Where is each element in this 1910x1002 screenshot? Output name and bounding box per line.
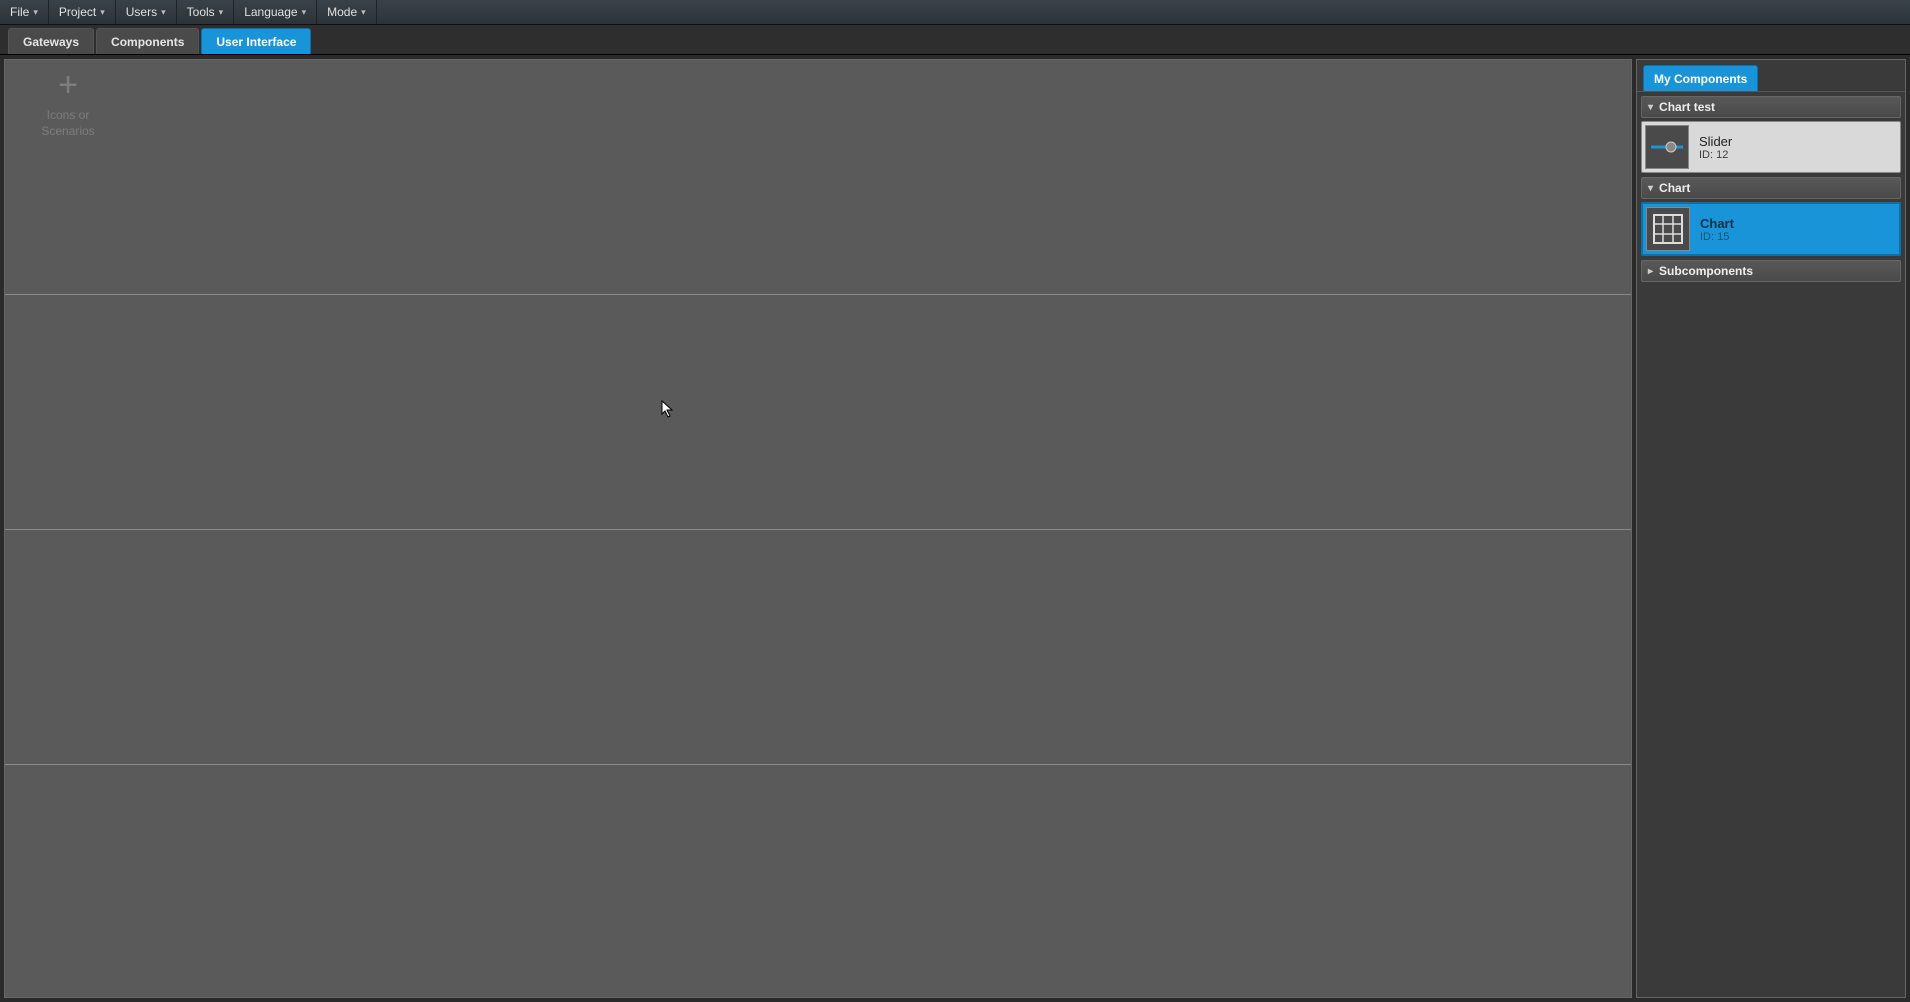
component-id: ID: 15	[1700, 231, 1734, 243]
menu-file[interactable]: File ▾	[0, 0, 49, 24]
chevron-down-icon: ▾	[161, 7, 166, 18]
component-slider[interactable]: Slider ID: 12	[1641, 121, 1901, 173]
menu-users-label: Users	[126, 5, 157, 19]
menu-mode[interactable]: Mode ▾	[317, 0, 377, 24]
group-header-subcomponents[interactable]: ▸ Subcomponents	[1641, 260, 1901, 282]
tab-my-components-label: My Components	[1654, 72, 1747, 86]
component-name: Slider	[1699, 134, 1732, 149]
sidebar-body: ▾ Chart test Slider ID: 12 ▾ Chart	[1637, 92, 1905, 997]
chevron-down-icon: ▾	[100, 7, 105, 18]
component-chart[interactable]: Chart ID: 15	[1641, 202, 1901, 256]
add-cell-line2: Scenarios	[41, 124, 94, 140]
menu-language[interactable]: Language ▾	[234, 0, 317, 24]
group-header-chart-test[interactable]: ▾ Chart test	[1641, 96, 1901, 118]
chevron-down-icon: ▾	[1648, 102, 1653, 113]
chevron-down-icon: ▾	[302, 7, 307, 18]
chart-icon	[1646, 207, 1690, 251]
tab-gateways[interactable]: Gateways	[8, 28, 94, 54]
canvas-row: + Icons or Scenarios	[5, 60, 1631, 295]
menu-language-label: Language	[244, 5, 297, 19]
sidebar-tabstrip: My Components	[1637, 60, 1905, 92]
main-tabbar: Gateways Components User Interface	[0, 25, 1910, 55]
component-text: Chart ID: 15	[1700, 216, 1734, 243]
tab-user-interface-label: User Interface	[216, 35, 296, 49]
tab-components-label: Components	[111, 35, 184, 49]
chevron-down-icon: ▾	[1648, 183, 1653, 194]
menu-users[interactable]: Users ▾	[116, 0, 177, 24]
menu-tools[interactable]: Tools ▾	[177, 0, 235, 24]
workspace: + Icons or Scenarios My Components ▾ Cha…	[0, 55, 1910, 1002]
menu-file-label: File	[10, 5, 29, 19]
slider-icon	[1645, 125, 1689, 169]
layout-canvas[interactable]: + Icons or Scenarios	[4, 59, 1632, 998]
tab-components[interactable]: Components	[96, 28, 199, 54]
canvas-row	[5, 530, 1631, 765]
menu-tools-label: Tools	[187, 5, 215, 19]
menu-mode-label: Mode	[327, 5, 357, 19]
plus-icon: +	[58, 68, 78, 102]
chevron-down-icon: ▾	[33, 7, 38, 18]
tab-user-interface[interactable]: User Interface	[201, 28, 311, 54]
menu-project[interactable]: Project ▾	[49, 0, 116, 24]
right-sidebar: My Components ▾ Chart test Slider ID: 12	[1636, 59, 1906, 998]
component-id: ID: 12	[1699, 149, 1732, 161]
add-cell-button[interactable]: + Icons or Scenarios	[13, 68, 123, 139]
group-header-chart[interactable]: ▾ Chart	[1641, 177, 1901, 199]
add-cell-line1: Icons or	[47, 108, 90, 124]
tab-gateways-label: Gateways	[23, 35, 79, 49]
chevron-right-icon: ▸	[1648, 266, 1653, 277]
component-text: Slider ID: 12	[1699, 134, 1732, 161]
group-header-label: Chart	[1659, 181, 1690, 195]
component-name: Chart	[1700, 216, 1734, 231]
group-header-label: Subcomponents	[1659, 264, 1753, 278]
tab-my-components[interactable]: My Components	[1643, 65, 1758, 91]
chevron-down-icon: ▾	[361, 7, 366, 18]
chevron-down-icon: ▾	[219, 7, 224, 18]
canvas-row	[5, 765, 1631, 998]
group-header-label: Chart test	[1659, 100, 1715, 114]
menu-bar: File ▾ Project ▾ Users ▾ Tools ▾ Languag…	[0, 0, 1910, 25]
canvas-row	[5, 295, 1631, 530]
menu-project-label: Project	[59, 5, 96, 19]
